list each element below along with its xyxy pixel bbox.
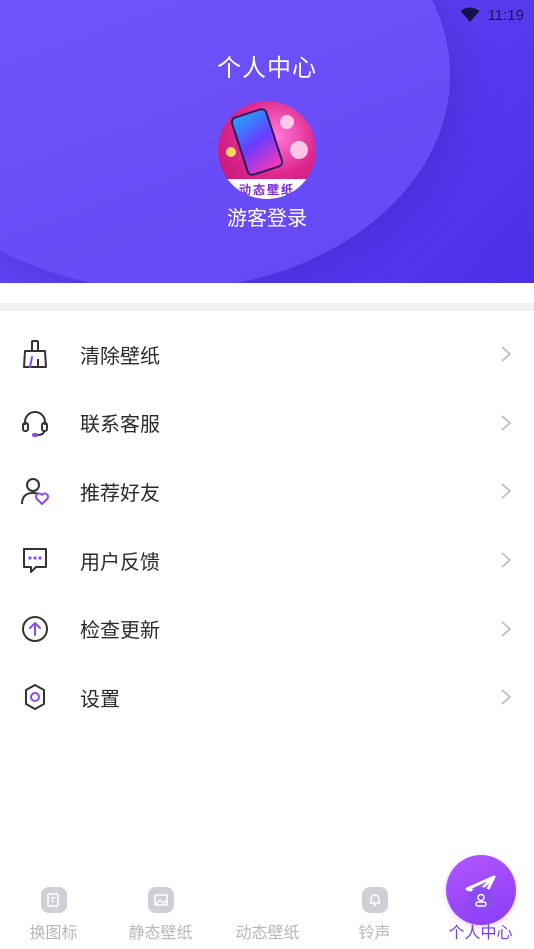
tab-change-icon[interactable]: 换图标	[0, 887, 107, 943]
tab-live-wallpaper[interactable]: 动态壁纸	[214, 855, 516, 943]
menu-item-label: 设置	[80, 688, 120, 711]
bottom-tab-bar: 换图标 静态壁纸 动态壁纸 铃声 个人中心	[0, 855, 534, 949]
chevron-right-icon	[501, 621, 512, 637]
tab-label: 动态壁纸	[235, 925, 300, 942]
menu-item-clear-wallpaper[interactable]: 清除壁纸	[0, 320, 534, 389]
menu-item-contact-support[interactable]: 联系客服	[0, 389, 534, 458]
menu-item-label: 检查更新	[80, 620, 160, 643]
section-divider	[0, 283, 534, 313]
avatar-phone-graphic	[229, 106, 285, 178]
avatar-decoration	[226, 147, 236, 157]
tab-static-wallpaper[interactable]: 静态壁纸	[107, 887, 214, 943]
menu-item-user-feedback[interactable]: 用户反馈	[0, 526, 534, 595]
user-icon	[467, 887, 494, 913]
avatar-decoration	[280, 115, 294, 129]
menu-item-settings[interactable]: 设置	[0, 663, 534, 732]
status-time: 11:19	[487, 6, 524, 24]
menu-item-label: 清除壁纸	[80, 345, 160, 368]
chevron-right-icon	[501, 483, 512, 500]
image-icon	[147, 887, 174, 913]
tab-ringtone[interactable]: 铃声	[321, 887, 428, 943]
tab-label: 个人中心	[448, 925, 513, 942]
avatar[interactable]: 动态壁纸	[218, 101, 316, 199]
menu-item-label: 推荐好友	[80, 482, 160, 505]
wifi-icon	[460, 7, 480, 22]
tab-personal-center[interactable]: 个人中心	[427, 887, 534, 943]
divider-line	[0, 303, 534, 311]
arrow-up-circle-icon	[22, 615, 48, 642]
menu-item-label: 联系客服	[80, 414, 160, 437]
bell-icon	[361, 887, 388, 913]
edit-icon	[40, 887, 67, 913]
user-heart-icon	[21, 478, 49, 506]
chevron-right-icon	[501, 415, 512, 431]
avatar-decoration	[290, 141, 308, 159]
gear-icon	[25, 684, 45, 711]
tab-label: 静态壁纸	[128, 925, 193, 942]
tab-label: 换图标	[29, 925, 78, 942]
chat-bubble-icon	[23, 548, 47, 574]
page-title: 个人中心	[217, 55, 317, 82]
broom-icon	[23, 340, 47, 369]
tab-label: 铃声	[358, 925, 391, 942]
menu-item-label: 用户反馈	[80, 551, 160, 574]
headset-icon	[22, 410, 48, 437]
avatar-caption: 动态壁纸	[218, 179, 316, 199]
menu-item-recommend-friend[interactable]: 推荐好友	[0, 457, 534, 526]
settings-menu: 清除壁纸 联系客服 推荐好友 用户反馈 检查更新 设置	[0, 320, 534, 732]
fab-spacer	[214, 887, 321, 919]
chevron-right-icon	[501, 346, 512, 362]
chevron-right-icon	[501, 552, 512, 568]
menu-item-check-update[interactable]: 检查更新	[0, 594, 534, 663]
chevron-right-icon	[501, 689, 512, 705]
profile-header: 11:19 个人中心 动态壁纸 游客登录	[0, 0, 534, 283]
guest-login-link[interactable]: 游客登录	[0, 202, 534, 231]
status-bar: 11:19	[460, 4, 524, 26]
